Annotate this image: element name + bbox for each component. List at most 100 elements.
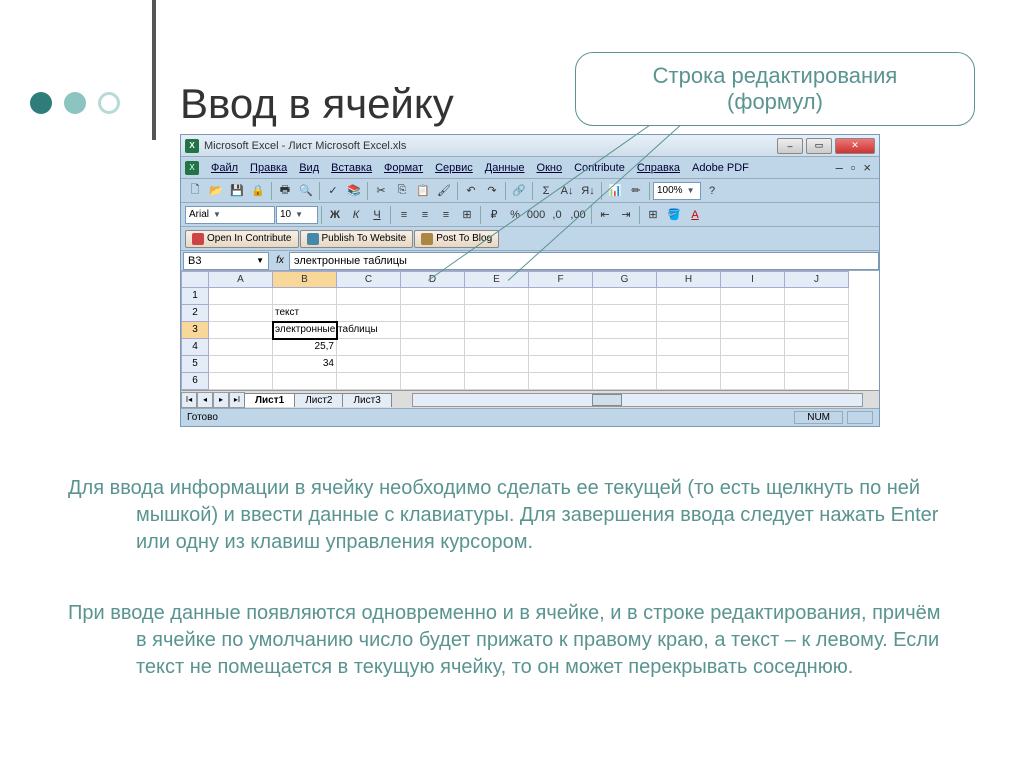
menu-format[interactable]: Формат bbox=[378, 160, 429, 176]
status-indicator-empty bbox=[847, 411, 873, 424]
increase-indent-icon[interactable]: ⇥ bbox=[616, 205, 636, 225]
minimize-button[interactable]: – bbox=[777, 138, 803, 154]
font-color-icon[interactable]: A bbox=[685, 205, 705, 225]
drawing-icon[interactable]: ✏ bbox=[626, 181, 646, 201]
col-header-a[interactable]: A bbox=[209, 271, 273, 288]
cell-b2[interactable]: текст bbox=[273, 305, 337, 322]
publish-to-website-button[interactable]: Publish To Website bbox=[300, 230, 414, 248]
italic-icon[interactable]: К bbox=[346, 205, 366, 225]
col-header-g[interactable]: G bbox=[593, 271, 657, 288]
formula-bar-input[interactable]: электронные таблицы bbox=[289, 252, 879, 270]
sheet-tab-2[interactable]: Лист2 bbox=[294, 393, 343, 407]
col-header-b[interactable]: B bbox=[273, 271, 337, 288]
cut-icon[interactable]: ✂ bbox=[371, 181, 391, 201]
col-header-e[interactable]: E bbox=[465, 271, 529, 288]
horizontal-scrollbar[interactable] bbox=[412, 393, 863, 407]
standard-toolbar: 🗋 📂 💾 🔒 🖶 🔍 ✓ 📚 ✂ ⎘ 📋 🖌 ↶ ↷ 🔗 Σ A↓ Я↓ 📊 … bbox=[181, 179, 879, 203]
hyperlink-icon[interactable]: 🔗 bbox=[509, 181, 529, 201]
select-all-corner[interactable] bbox=[181, 271, 209, 288]
redo-icon[interactable]: ↷ bbox=[482, 181, 502, 201]
excel-window: X Microsoft Excel - Лист Microsoft Excel… bbox=[180, 134, 880, 427]
title-bar: X Microsoft Excel - Лист Microsoft Excel… bbox=[181, 135, 879, 157]
app-menu-icon[interactable]: X bbox=[185, 161, 199, 175]
sheet-nav-last-icon[interactable]: ▸I bbox=[229, 392, 245, 408]
row-header-2[interactable]: 2 bbox=[181, 305, 209, 322]
bold-icon[interactable]: Ж bbox=[325, 205, 345, 225]
fill-color-icon[interactable]: 🪣 bbox=[664, 205, 684, 225]
paste-icon[interactable]: 📋 bbox=[413, 181, 433, 201]
font-combo[interactable]: Arial▼ bbox=[185, 206, 275, 224]
decrease-indent-icon[interactable]: ⇤ bbox=[595, 205, 615, 225]
zoom-combo[interactable]: 100%▼ bbox=[653, 182, 701, 200]
sheet-nav-next-icon[interactable]: ▸ bbox=[213, 392, 229, 408]
vertical-divider bbox=[152, 0, 156, 140]
col-header-f[interactable]: F bbox=[529, 271, 593, 288]
menu-insert[interactable]: Вставка bbox=[325, 160, 378, 176]
doc-close-button[interactable]: × bbox=[859, 160, 875, 175]
menu-view[interactable]: Вид bbox=[293, 160, 325, 176]
status-bar: Готово NUM bbox=[181, 408, 879, 426]
align-right-icon[interactable]: ≡ bbox=[436, 205, 456, 225]
col-header-h[interactable]: H bbox=[657, 271, 721, 288]
spreadsheet-grid[interactable]: A B C D E F G H I J 1 2 текст 3 электронны… bbox=[181, 271, 879, 390]
menu-edit[interactable]: Правка bbox=[244, 160, 293, 176]
col-header-i[interactable]: I bbox=[721, 271, 785, 288]
excel-icon: X bbox=[185, 139, 199, 153]
underline-icon[interactable]: Ч bbox=[367, 205, 387, 225]
research-icon[interactable]: 📚 bbox=[344, 181, 364, 201]
open-in-contribute-button[interactable]: Open In Contribute bbox=[185, 230, 299, 248]
menu-window[interactable]: Окно bbox=[531, 160, 569, 176]
save-icon[interactable]: 💾 bbox=[227, 181, 247, 201]
fontsize-combo[interactable]: 10▼ bbox=[276, 206, 318, 224]
row-header-4[interactable]: 4 bbox=[181, 339, 209, 356]
doc-restore-button[interactable]: ▫ bbox=[847, 160, 860, 175]
align-center-icon[interactable]: ≡ bbox=[415, 205, 435, 225]
close-button[interactable]: ✕ bbox=[835, 138, 875, 154]
menu-contribute[interactable]: Contribute bbox=[568, 160, 631, 176]
col-header-c[interactable]: C bbox=[337, 271, 401, 288]
maximize-button[interactable]: ▭ bbox=[806, 138, 832, 154]
menu-data[interactable]: Данные bbox=[479, 160, 531, 176]
copy-icon[interactable]: ⎘ bbox=[392, 181, 412, 201]
doc-minimize-button[interactable]: – bbox=[832, 160, 847, 175]
sort-desc-icon[interactable]: Я↓ bbox=[578, 181, 598, 201]
print-icon[interactable]: 🖶 bbox=[275, 181, 295, 201]
align-left-icon[interactable]: ≡ bbox=[394, 205, 414, 225]
open-icon[interactable]: 📂 bbox=[206, 181, 226, 201]
preview-icon[interactable]: 🔍 bbox=[296, 181, 316, 201]
callout-line2: (формул) bbox=[594, 89, 956, 115]
currency-icon[interactable]: ₽ bbox=[484, 205, 504, 225]
borders-icon[interactable]: ⊞ bbox=[643, 205, 663, 225]
row-header-1[interactable]: 1 bbox=[181, 288, 209, 305]
sheet-nav-first-icon[interactable]: I◂ bbox=[181, 392, 197, 408]
menu-adobe-pdf[interactable]: Adobe PDF bbox=[686, 160, 755, 176]
format-painter-icon[interactable]: 🖌 bbox=[434, 181, 454, 201]
row-header-6[interactable]: 6 bbox=[181, 373, 209, 390]
increase-decimal-icon[interactable]: ,0 bbox=[547, 205, 567, 225]
contribute-toolbar: Open In Contribute Publish To Website Po… bbox=[181, 227, 879, 251]
row-header-3[interactable]: 3 bbox=[181, 322, 209, 339]
cell-b4[interactable]: 25,7 bbox=[273, 339, 337, 356]
merge-icon[interactable]: ⊞ bbox=[457, 205, 477, 225]
col-header-d[interactable]: D bbox=[401, 271, 465, 288]
formatting-toolbar: Arial▼ 10▼ Ж К Ч ≡ ≡ ≡ ⊞ ₽ % 000 ,0 ,00 … bbox=[181, 203, 879, 227]
cell-b5[interactable]: 34 bbox=[273, 356, 337, 373]
spelling-icon[interactable]: ✓ bbox=[323, 181, 343, 201]
new-icon[interactable]: 🗋 bbox=[185, 181, 205, 201]
page-title: Ввод в ячейку bbox=[180, 80, 454, 128]
fx-icon[interactable]: fx bbox=[271, 255, 289, 266]
undo-icon[interactable]: ↶ bbox=[461, 181, 481, 201]
permission-icon[interactable]: 🔒 bbox=[248, 181, 268, 201]
sheet-tab-3[interactable]: Лист3 bbox=[342, 393, 391, 407]
menu-tools[interactable]: Сервис bbox=[429, 160, 479, 176]
cell-b3-active[interactable]: электронные таблицы bbox=[273, 322, 337, 339]
row-header-5[interactable]: 5 bbox=[181, 356, 209, 373]
name-box[interactable]: B3▼ bbox=[183, 252, 269, 270]
help-icon[interactable]: ? bbox=[702, 181, 722, 201]
sheet-nav-prev-icon[interactable]: ◂ bbox=[197, 392, 213, 408]
sheet-tab-1[interactable]: Лист1 bbox=[244, 393, 295, 407]
menu-file[interactable]: Файл bbox=[205, 160, 244, 176]
decorative-circles bbox=[30, 92, 120, 114]
callout-formula-bar: Строка редактирования (формул) bbox=[575, 52, 975, 126]
col-header-j[interactable]: J bbox=[785, 271, 849, 288]
